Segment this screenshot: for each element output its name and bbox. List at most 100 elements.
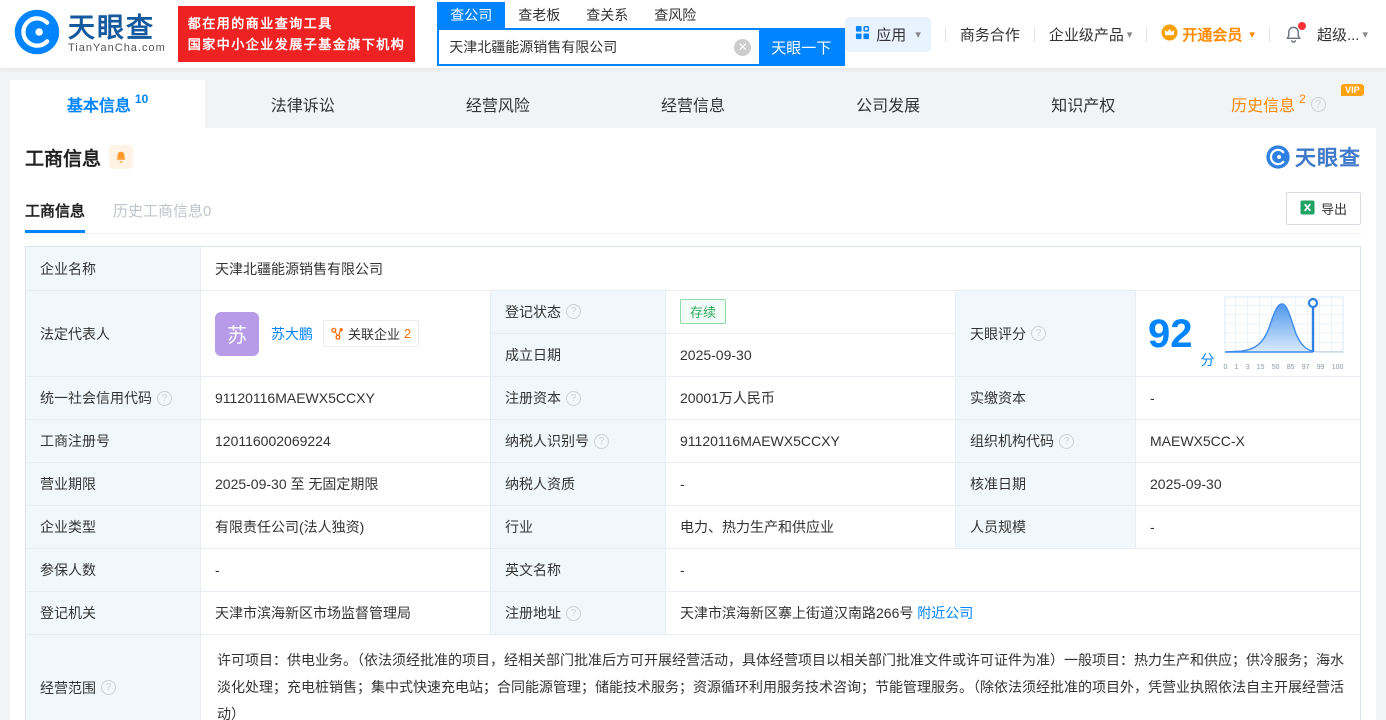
help-icon[interactable] — [566, 304, 581, 320]
company-name-value: 天津北疆能源销售有限公司 — [201, 247, 1360, 291]
field-label: 工商注册号 — [26, 420, 201, 463]
apps-grid-icon — [855, 25, 870, 44]
tab-count: 2 — [1299, 92, 1306, 106]
legal-rep-avatar[interactable]: 苏 — [215, 311, 259, 356]
field-label: 经营范围 — [26, 635, 201, 720]
tab-company-development[interactable]: 公司发展 — [791, 80, 986, 128]
score-unit: 分 — [1200, 352, 1215, 368]
search-tab-boss[interactable]: 查老板 — [505, 2, 573, 28]
tab-operating-info[interactable]: 经营信息 — [595, 80, 790, 128]
tab-basic-info[interactable]: 基本信息 10 — [10, 80, 206, 128]
reg-address-cell: 天津市滨海新区寨上街道汉南路266号 附近公司 — [666, 592, 1360, 635]
reg-status-value: 存续 — [666, 291, 955, 334]
tab-count: 10 — [134, 92, 149, 106]
field-label: 纳税人识别号 — [491, 420, 666, 463]
nav-business-cooperation[interactable]: 商务合作 — [960, 24, 1020, 45]
help-icon[interactable] — [1310, 96, 1326, 112]
subscribe-bell-icon[interactable] — [109, 145, 134, 169]
field-label: 天眼评分 — [956, 291, 1136, 377]
subtab-business-info[interactable]: 工商信息 — [25, 200, 86, 233]
content-panel: 工商信息 天眼查 工商信息 历史工商信息0 导出 企业名称 天津北疆能源销售有限… — [10, 128, 1376, 720]
help-icon[interactable] — [1059, 433, 1074, 449]
search-button[interactable]: 天眼一下 — [759, 30, 844, 64]
help-icon[interactable] — [566, 605, 581, 621]
help-icon[interactable] — [594, 433, 609, 449]
field-label: 行业 — [491, 506, 666, 549]
establish-date-value: 2025-09-30 — [680, 346, 752, 363]
search-tab-relation[interactable]: 查关系 — [573, 2, 641, 28]
field-label: 人员规模 — [956, 506, 1136, 549]
help-icon[interactable] — [157, 390, 172, 406]
excel-icon — [1300, 199, 1315, 218]
notifications-bell-icon[interactable] — [1284, 21, 1306, 44]
subtab-history-business-info[interactable]: 历史工商信息0 — [113, 200, 211, 233]
tab-operating-risk[interactable]: 经营风险 — [400, 80, 595, 128]
apps-label: 应用 — [876, 26, 907, 44]
status-badge: 存续 — [680, 299, 727, 325]
tab-legal-litigation[interactable]: 法律诉讼 — [205, 80, 400, 128]
field-label: 成立日期 — [491, 333, 666, 376]
legal-rep-link[interactable]: 苏大鹏 — [271, 324, 313, 344]
reg-capital-value: 20001万人民币 — [666, 377, 956, 420]
paid-capital-value: - — [1136, 377, 1360, 420]
page-tab-bar: 基本信息 10 法律诉讼 经营风险 经营信息 公司发展 知识产权 VIP 历史信息… — [0, 80, 1386, 128]
help-icon[interactable] — [1031, 326, 1046, 341]
score-value: 92 — [1148, 311, 1193, 356]
business-term-value: 2025-09-30 至 无固定期限 — [201, 463, 491, 506]
tab-history-info[interactable]: VIP 历史信息 2 — [1181, 80, 1376, 128]
field-label: 组织机构代码 — [956, 420, 1136, 463]
search-tab-risk[interactable]: 查风险 — [641, 2, 709, 28]
field-label: 营业期限 — [26, 463, 201, 506]
nav-enterprise-products[interactable]: 企业级产品 — [1049, 24, 1133, 45]
vip-badge: VIP — [1341, 84, 1364, 96]
export-button[interactable]: 导出 — [1285, 192, 1361, 225]
top-header: 天眼查 TianYanCha.com 都在用的商业查询工具 国家中小企业发展子基… — [0, 0, 1386, 68]
credit-code-value: 91120116MAEWX5CCXY — [201, 377, 491, 420]
field-label: 统一社会信用代码 — [26, 377, 201, 420]
promo-banner: 都在用的商业查询工具 国家中小企业发展子基金旗下机构 — [177, 6, 416, 62]
approval-date-value: 2025-09-30 — [1136, 463, 1360, 506]
field-label: 企业类型 — [26, 506, 201, 549]
tianyancha-logo-icon — [14, 9, 60, 60]
nav-user-menu[interactable]: 超级... — [1317, 24, 1368, 45]
crown-icon — [1161, 24, 1178, 45]
section-title: 工商信息 — [25, 148, 102, 170]
legal-rep-cell: 苏 苏大鹏 关联企业 2 — [201, 291, 491, 377]
field-label: 登记机关 — [26, 592, 201, 635]
field-label: 核准日期 — [956, 463, 1136, 506]
tab-intellectual-property[interactable]: 知识产权 — [986, 80, 1181, 128]
field-label: 英文名称 — [491, 549, 666, 592]
help-icon[interactable] — [566, 390, 581, 406]
field-label: 注册地址 — [491, 592, 666, 635]
score-distribution-chart: 0 1 3 15 50 85 97 99 100 — [1223, 296, 1345, 371]
notification-dot — [1297, 21, 1306, 30]
field-label: 纳税人资质 — [491, 463, 666, 506]
org-code-value: MAEWX5CC-X — [1136, 420, 1360, 463]
business-scope-value: 许可项目：供电业务。（依法须经批准的项目，经相关部门批准后方可开展经营活动，具体… — [201, 635, 1360, 720]
nearby-companies-link[interactable]: 附近公司 — [917, 603, 973, 623]
search-tab-company[interactable]: 查公司 — [437, 2, 506, 28]
field-label: 法定代表人 — [26, 291, 201, 377]
field-label: 登记状态 — [491, 291, 666, 334]
apps-menu-button[interactable]: 应用 — [845, 16, 931, 52]
reg-number-value: 120116002069224 — [201, 420, 491, 463]
related-companies-badge[interactable]: 关联企业 2 — [323, 320, 420, 347]
divider — [1146, 26, 1148, 42]
nav-open-vip[interactable]: 开通会员 — [1161, 24, 1255, 45]
business-info-table: 企业名称 天津北疆能源销售有限公司 法定代表人 苏 苏大鹏 关联企业 2 登记状态… — [25, 246, 1361, 720]
score-axis-ticks: 0 1 3 15 50 85 97 99 100 — [1223, 364, 1344, 371]
clear-search-icon[interactable]: ✕ — [734, 38, 752, 56]
help-icon[interactable] — [101, 680, 116, 695]
network-icon — [331, 327, 343, 340]
staff-size-value: - — [1136, 506, 1360, 549]
search-input[interactable] — [439, 30, 735, 64]
divider — [1268, 26, 1270, 42]
industry-value: 电力、热力生产和供应业 — [666, 506, 956, 549]
search-area: 查公司 查老板 查关系 查风险 ✕ 天眼一下 — [437, 2, 846, 66]
tianyancha-watermark: 天眼查 — [1266, 142, 1361, 172]
divider — [1033, 26, 1035, 42]
insured-count-value: - — [201, 549, 491, 592]
status-date-subgrid: 登记状态 存续 成立日期 2025-09-30 — [491, 291, 956, 377]
tianyancha-logo[interactable]: 天眼查 TianYanCha.com — [14, 9, 166, 60]
field-label: 实缴资本 — [956, 377, 1136, 420]
